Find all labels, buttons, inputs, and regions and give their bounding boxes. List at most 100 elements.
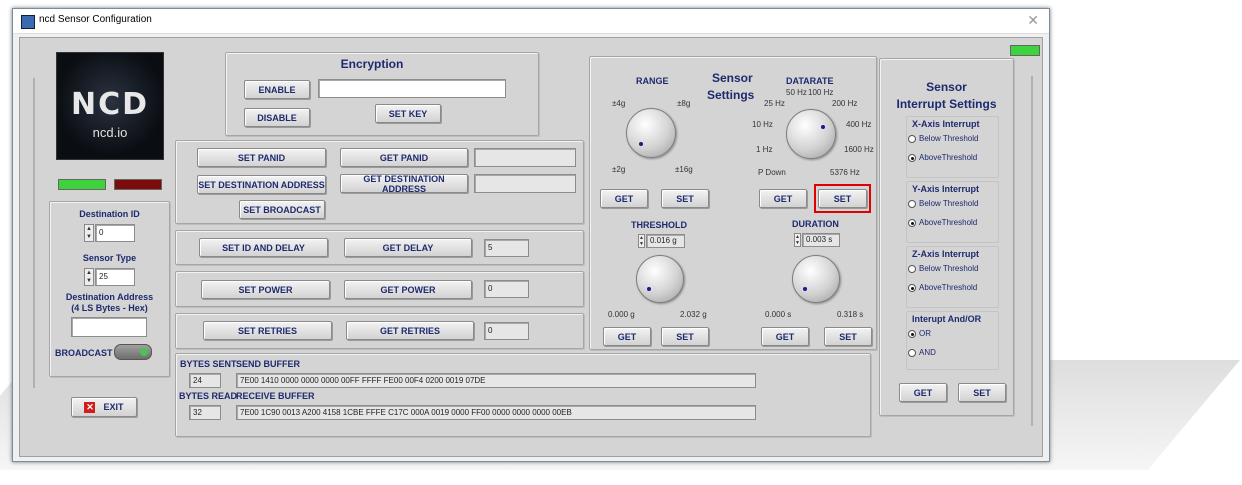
z-above-label: AboveThreshold [919,283,978,292]
z-above-radio[interactable]: AboveThreshold [908,283,977,292]
threshold-knob[interactable] [636,255,684,303]
panid-panel: SET PANID GET PANID SET DESTINATION ADDR… [175,140,584,224]
destination-id-spinner[interactable]: ▲ ▼ [84,224,94,242]
set-retries-button[interactable]: SET RETRIES [203,321,332,340]
destination-panel: Destination ID ▲ ▼ 0 Sensor Type ▲ ▼ 25 De… [49,201,170,377]
interrupt-get-button[interactable]: GET [899,383,947,402]
power-panel: SET POWER GET POWER 0 [175,271,584,307]
z-axis-group: Z-Axis Interrupt Below Threshold AboveTh… [906,246,999,308]
z-axis-label: Z-Axis Interrupt [912,249,980,259]
range-tick-2g: ±2g [612,165,626,174]
x-axis-group: X-Axis Interrupt Below Threshold AboveTh… [906,116,999,178]
disable-button[interactable]: DISABLE [244,108,310,127]
or-label: OR [919,329,931,338]
or-radio[interactable]: OR [908,329,931,338]
send-buffer-label: SEND BUFFER [236,359,301,369]
datarate-knob[interactable] [786,109,836,159]
set-broadcast-button[interactable]: SET BROADCAST [239,200,325,219]
delay-field[interactable]: 5 [484,239,529,257]
range-knob[interactable] [626,108,676,158]
interrupt-set-button[interactable]: SET [958,383,1006,402]
destination-id-label: Destination ID [79,209,140,219]
y-above-radio[interactable]: AboveThreshold [908,218,977,227]
datarate-set-button[interactable]: SET [818,189,867,208]
z-below-radio[interactable]: Below Threshold [908,264,978,273]
enable-button[interactable]: ENABLE [244,80,310,99]
duration-set-button[interactable]: SET [824,327,872,346]
duration-label: DURATION [792,219,839,229]
exit-button[interactable]: ✕ EXIT [71,397,137,417]
get-delay-button[interactable]: GET DELAY [344,238,472,257]
threshold-max: 2.032 g [680,310,707,319]
x-above-radio[interactable]: AboveThreshold [908,153,977,162]
sensor-settings-title-2: Settings [707,88,755,102]
and-radio[interactable]: AND [908,348,936,357]
close-icon[interactable]: ✕ [1027,12,1039,29]
radio-dot-selected [908,329,916,338]
radio-dot-selected [908,153,916,162]
datarate-50hz: 50 Hz [786,88,807,97]
y-below-radio[interactable]: Below Threshold [908,199,978,208]
status-led-top-right [1010,45,1040,56]
broadcast-toggle[interactable] [114,344,152,360]
duration-spinner[interactable]: ▲ ▼ [794,233,801,247]
set-key-button[interactable]: SET KEY [375,104,441,123]
retries-panel: SET RETRIES GET RETRIES 0 [175,313,584,349]
get-panid-button[interactable]: GET PANID [340,148,468,167]
x-axis-label: X-Axis Interrupt [912,119,980,129]
set-destination-address-button[interactable]: SET DESTINATION ADDRESS [197,175,326,194]
y-axis-group: Y-Axis Interrupt Below Threshold AboveTh… [906,181,999,243]
panid-field[interactable] [474,148,576,167]
set-power-button[interactable]: SET POWER [201,280,330,299]
datarate-label: DATARATE [786,76,834,86]
power-field[interactable]: 0 [484,280,529,298]
y-axis-label: Y-Axis Interrupt [912,184,980,194]
datarate-1600hz: 1600 Hz [844,145,874,154]
right-rail [1031,76,1033,426]
duration-max: 0.318 s [837,310,864,319]
datarate-pdown: P Down [758,168,786,177]
receive-buffer-label: RECEIVE BUFFER [236,391,315,401]
encryption-title: Encryption [340,57,404,71]
datarate-100hz: 100 Hz [808,88,834,97]
receive-buffer-field: 7E00 1C90 0013 A200 4158 1CBE FFFE C17C … [236,405,756,420]
destination-id-field[interactable]: 0 [95,224,135,242]
threshold-set-button[interactable]: SET [661,327,709,346]
range-label: RANGE [636,76,669,86]
x-below-radio[interactable]: Below Threshold [908,134,978,143]
z-below-label: Below Threshold [919,264,979,273]
retries-field[interactable]: 0 [484,322,529,340]
buffers-panel: BYTES SENT 24 SEND BUFFER 7E00 1410 0000… [175,353,871,437]
datarate-get-button[interactable]: GET [759,189,807,208]
app-icon [21,15,35,29]
duration-get-button[interactable]: GET [761,327,809,346]
duration-field[interactable]: 0.003 s [802,233,840,247]
destination-address-field[interactable] [474,174,576,193]
interrupt-panel: Sensor Interrupt Settings X-Axis Interru… [879,58,1014,416]
threshold-get-button[interactable]: GET [603,327,651,346]
threshold-field[interactable]: 0.016 g [646,234,685,248]
encryption-key-field[interactable] [318,79,506,98]
set-id-and-delay-button[interactable]: SET ID AND DELAY [199,238,328,257]
duration-knob[interactable] [792,255,840,303]
sensor-type-label: Sensor Type [82,253,137,263]
set-panid-button[interactable]: SET PANID [197,148,326,167]
interrupt-title-2: Interrupt Settings [896,97,997,111]
interrupt-title-1: Sensor [926,80,967,94]
sensor-type-spinner[interactable]: ▲ ▼ [84,268,94,286]
get-retries-button[interactable]: GET RETRIES [346,321,474,340]
threshold-spinner[interactable]: ▲ ▼ [638,234,645,248]
exit-icon: ✕ [84,401,96,413]
range-set-button[interactable]: SET [661,189,709,208]
datarate-25hz: 25 Hz [764,99,785,108]
get-destination-address-button[interactable]: GET DESTINATION ADDRESS [340,174,468,194]
range-tick-16g: ±16g [675,165,693,174]
broadcast-label: BROADCAST [55,348,113,358]
get-power-button[interactable]: GET POWER [344,280,472,299]
logo-site: ncd.io [92,125,128,140]
radio-dot-selected [908,283,916,292]
sensor-type-field[interactable]: 25 [95,268,135,286]
andor-group: Interupt And/OR OR AND [906,311,999,370]
range-get-button[interactable]: GET [600,189,648,208]
dest-address-field[interactable] [71,317,147,337]
